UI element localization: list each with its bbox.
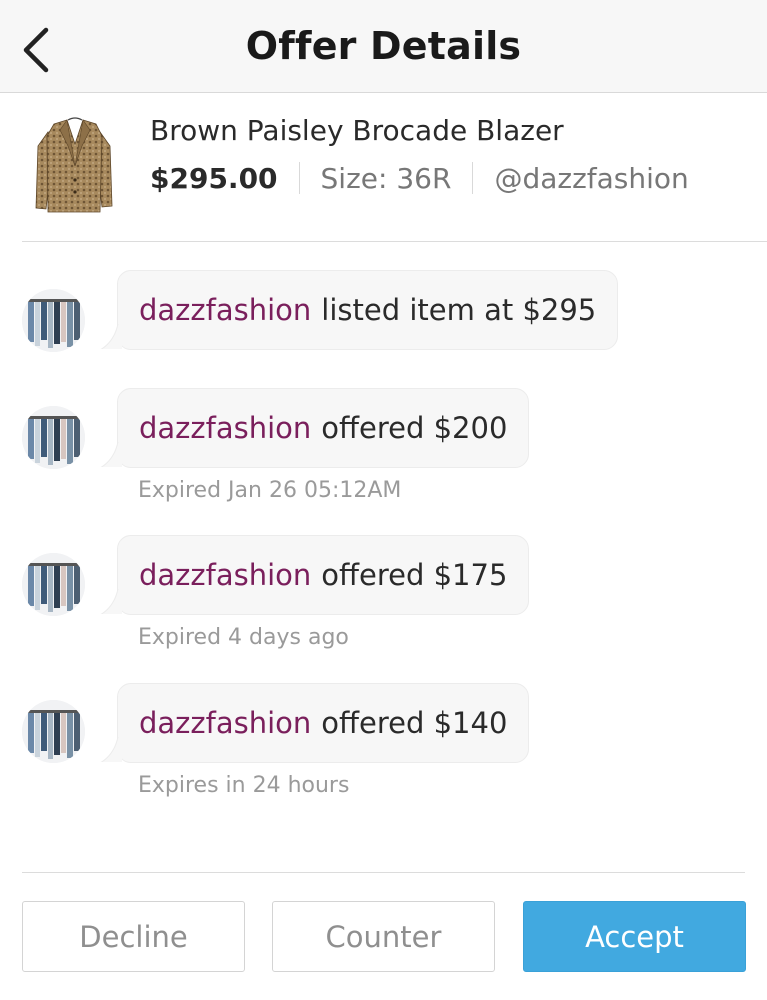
user-avatar[interactable] (22, 406, 85, 469)
offer-status: Expires in 24 hours (138, 773, 350, 798)
bubble-tail (100, 588, 122, 614)
bubble-tail (100, 736, 122, 762)
counter-button[interactable]: Counter (272, 901, 495, 972)
username-link[interactable]: dazzfashion (139, 558, 311, 592)
accept-button[interactable]: Accept (523, 901, 746, 972)
offer-text: offered $140 (321, 706, 508, 740)
offer-bubble: dazzfashion offered $200 (100, 388, 530, 468)
item-price: $295.00 (150, 161, 278, 195)
bubble-tail (100, 323, 122, 349)
offer-status: Expired 4 days ago (138, 625, 349, 650)
username-link[interactable]: dazzfashion (139, 706, 311, 740)
username-link[interactable]: dazzfashion (139, 293, 311, 327)
offer-bubble: dazzfashion offered $175 (100, 535, 530, 615)
offer-text: offered $200 (321, 411, 508, 445)
divider (22, 872, 745, 873)
decline-button[interactable]: Decline (22, 901, 245, 972)
offer-text: offered $175 (321, 558, 508, 592)
divider (22, 241, 767, 242)
meta-divider (472, 162, 474, 194)
item-size: Size: 36R (320, 161, 452, 195)
item-meta: $295.00 Size: 36R @dazzfashion (150, 160, 689, 196)
offer-bubble: dazzfashion offered $140 (100, 683, 530, 763)
bubble-tail (100, 441, 122, 467)
user-avatar[interactable] (22, 289, 85, 352)
user-avatar[interactable] (22, 700, 85, 763)
header-bar: Offer Details (0, 0, 767, 93)
seller-handle[interactable]: @dazzfashion (494, 162, 688, 195)
meta-divider (298, 162, 300, 194)
item-title[interactable]: Brown Paisley Brocade Blazer (150, 114, 564, 147)
user-avatar[interactable] (22, 553, 85, 616)
activity-text: listed item at $295 (321, 293, 597, 327)
username-link[interactable]: dazzfashion (139, 411, 311, 445)
page-title: Offer Details (245, 24, 522, 68)
activity-bubble: dazzfashion listed item at $295 (100, 270, 619, 350)
item-thumbnail[interactable] (34, 116, 116, 216)
offer-status: Expired Jan 26 05:12AM (138, 478, 402, 503)
